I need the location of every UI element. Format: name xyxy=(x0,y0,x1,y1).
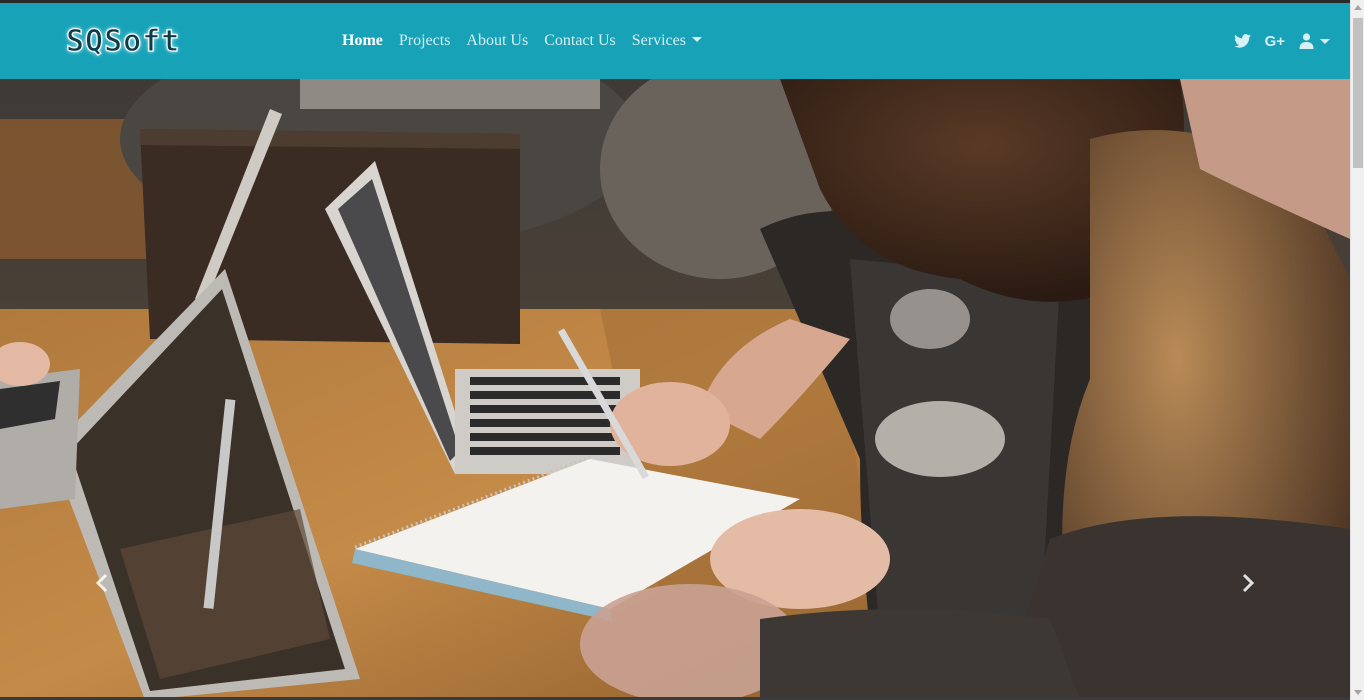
user-menu[interactable] xyxy=(1299,33,1330,49)
nav-right: G+ xyxy=(1233,3,1330,79)
navbar: SQSoft Home Projects About Us Contact Us… xyxy=(0,3,1350,79)
caret-down-icon xyxy=(691,37,702,42)
vertical-scrollbar[interactable] xyxy=(1350,0,1364,700)
nav-about-us[interactable]: About Us xyxy=(458,32,536,50)
user-icon xyxy=(1299,33,1314,49)
nav-projects[interactable]: Projects xyxy=(391,32,459,50)
brand-name: SQSoft xyxy=(65,23,181,59)
brand-logo[interactable]: SQSoft xyxy=(65,23,182,59)
scroll-thumb[interactable] xyxy=(1353,18,1363,168)
nav-links: Home Projects About Us Contact Us Servic… xyxy=(342,3,710,79)
chevron-right-icon[interactable] xyxy=(1236,569,1260,597)
caret-down-icon xyxy=(1320,38,1330,44)
nav-home[interactable]: Home xyxy=(342,32,391,50)
nav-services-dropdown[interactable]: Services xyxy=(624,32,710,50)
hero-carousel xyxy=(0,79,1350,700)
chevron-left-icon[interactable] xyxy=(90,569,114,597)
scroll-down-icon[interactable] xyxy=(1354,690,1362,695)
google-plus-icon[interactable]: G+ xyxy=(1265,33,1285,50)
twitter-icon[interactable] xyxy=(1233,34,1251,48)
nav-services-label: Services xyxy=(631,32,686,49)
nav-contact-us[interactable]: Contact Us xyxy=(536,32,624,50)
scroll-up-icon[interactable] xyxy=(1354,5,1362,10)
hero-image xyxy=(0,79,1350,700)
